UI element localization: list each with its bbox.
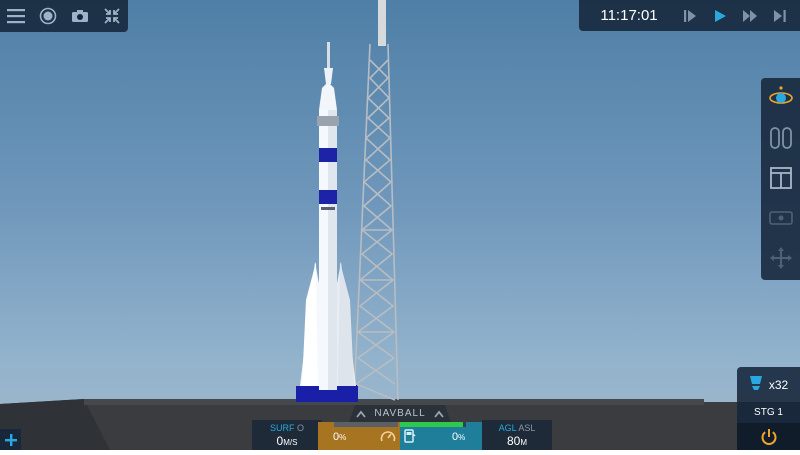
launch-pad-scene [0,0,800,450]
activate-stage-button[interactable] [737,423,800,450]
record-icon[interactable] [37,5,59,27]
altitude-value: 80 [506,434,521,448]
rocket [296,42,358,402]
chevron-up-icon [433,405,444,422]
menu-icon[interactable] [5,5,27,27]
part-list-icon[interactable] [761,118,800,158]
throttle-bar-track [334,422,398,427]
navball-label: NAVBALL [374,408,426,419]
plus-icon [4,433,17,446]
right-toolbar [761,78,800,280]
gauge-icon [380,429,396,448]
layout-icon[interactable] [761,158,800,198]
orbit-view-icon[interactable] [761,78,800,118]
launch-tower [353,0,399,401]
velocity-readout[interactable]: SURF O 0M/S [252,420,322,450]
power-icon [761,428,776,445]
surf-label: SURF [269,423,295,433]
fuel-readout: 0% [452,431,465,443]
game-clock: 11:17:01 [600,7,658,24]
chevron-up-icon [356,405,367,422]
fuel-bar-fill [400,422,463,427]
play-icon[interactable] [705,0,735,31]
scene-graphics [0,0,800,450]
fast-forward-icon[interactable] [735,0,765,31]
collapse-icon[interactable] [101,5,123,27]
camera-icon[interactable] [69,5,91,27]
velocity-unit: M/S [283,438,298,447]
part-count: x32 [768,378,789,392]
fuel-icon [404,429,416,448]
time-controls: 11:17:01 [579,0,800,31]
altitude-unit: M [520,438,528,447]
altitude-readout[interactable]: AGL ASL 80M [482,420,552,450]
step-back-icon[interactable] [675,0,705,31]
fuel-unit: % [458,433,466,442]
agl-label: AGL [498,423,517,433]
stage-panel: x32 STG 1 [737,367,800,450]
agl-sub: ASL [518,423,536,433]
throttle-unit: % [339,433,347,442]
ticket-icon[interactable] [761,198,800,238]
add-button[interactable] [0,429,21,450]
move-icon[interactable] [761,238,800,278]
surf-sub: O [297,423,305,433]
decoupler-icon [749,375,763,396]
throttle-readout: 0% [333,431,346,443]
navball-toggle[interactable]: NAVBALL [349,405,451,422]
skip-icon[interactable] [765,0,795,31]
stage-label: STG 1 [754,407,783,418]
top-left-toolbar [0,0,128,32]
